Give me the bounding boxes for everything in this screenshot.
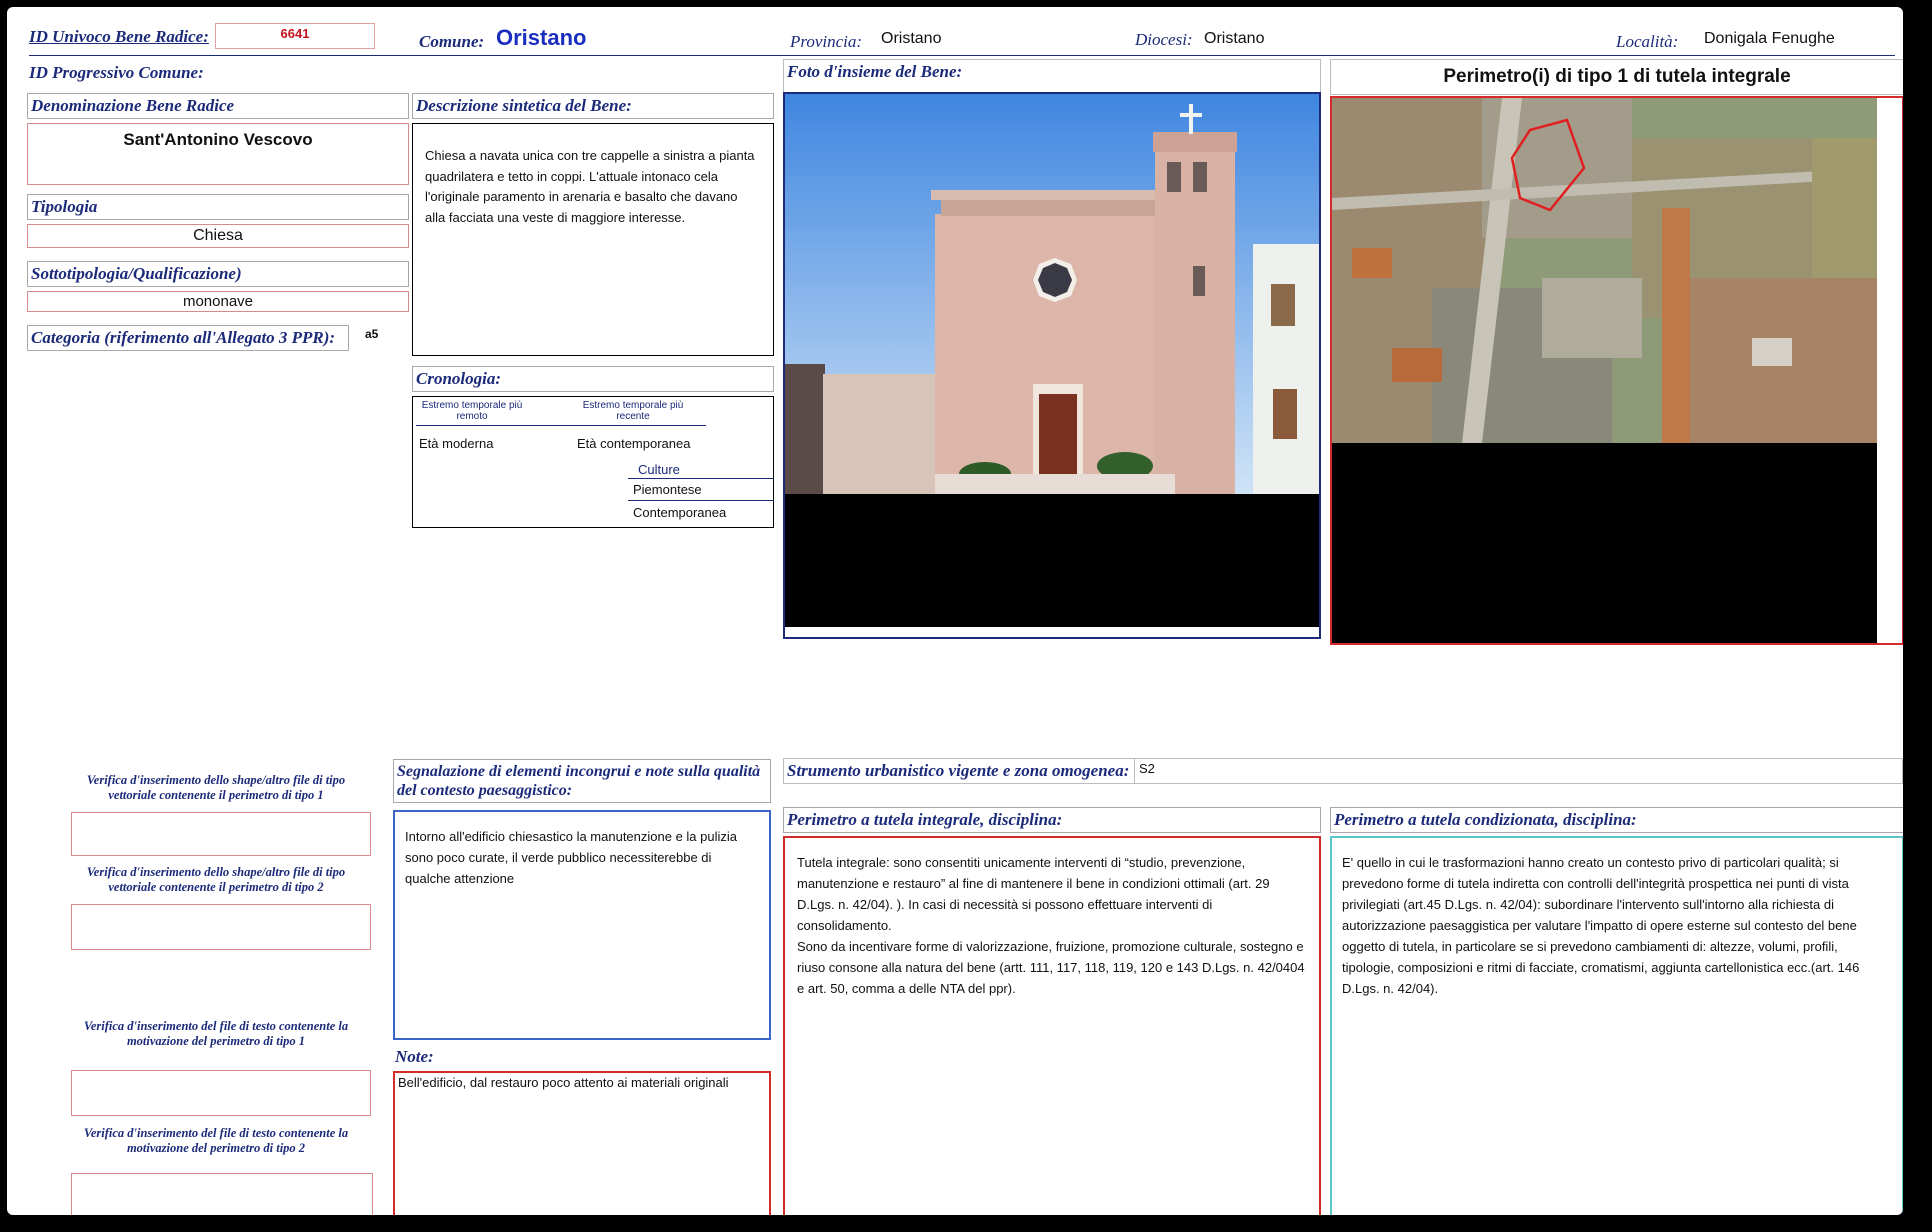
provincia-label: Provincia:: [790, 32, 863, 51]
tutela-integrale-text: Tutela integrale: sono consentiti unicam…: [783, 836, 1321, 1215]
cronologia-col2-value: Età contemporanea: [577, 436, 691, 451]
culture-rule-2: [628, 500, 774, 501]
cronologia-label: Cronologia:: [412, 366, 774, 392]
provincia-value: Oristano: [881, 30, 942, 47]
tutela-condizionata-text: E' quello in cui le trasformazioni hanno…: [1330, 836, 1903, 1215]
scheda-sheet: ID Univoco Bene Radice: 6641 Comune: Ori…: [7, 7, 1903, 1215]
sottotipologia-value: mononave: [27, 291, 409, 312]
descrizione-text: Chiesa a navata unica con tre cappelle a…: [412, 123, 774, 356]
verifica-box-4[interactable]: [71, 1173, 373, 1215]
segnalazione-text: Intorno all'edificio chiesastico la manu…: [393, 810, 771, 1040]
denominazione-label: Denominazione Bene Radice: [27, 93, 409, 119]
comune-label: Comune:: [419, 32, 485, 51]
strumento-row: Strumento urbanistico vigente e zona omo…: [783, 758, 1903, 784]
header-rule: [29, 55, 1895, 56]
aerial-map: [1332, 98, 1877, 643]
categoria-value: a5: [365, 327, 379, 341]
perimetro-frame: [1330, 96, 1903, 645]
tipologia-value: Chiesa: [27, 224, 409, 248]
categoria-label: Categoria (riferimento all'Allegato 3 PP…: [27, 325, 349, 351]
localita-value: Donigala Fenughe: [1704, 30, 1835, 47]
cronologia-table: Estremo temporale più remoto Estremo tem…: [412, 396, 774, 528]
cronologia-col1-header: Estremo temporale più remoto: [421, 400, 523, 422]
diocesi-label: Diocesi:: [1135, 30, 1193, 49]
segnalazione-label: Segnalazione di elementi incongrui e not…: [393, 759, 771, 803]
tutela-integrale-label: Perimetro a tutela integrale, disciplina…: [783, 807, 1321, 833]
note-label: Note:: [395, 1047, 434, 1066]
culture-item-2: Contemporanea: [633, 505, 727, 520]
strumento-label: Strumento urbanistico vigente e zona omo…: [787, 761, 1130, 780]
tutela-condizionata-label: Perimetro a tutela condizionata, discipl…: [1330, 807, 1903, 833]
church-photo: [785, 94, 1319, 627]
perimetro-title: Perimetro(i) di tipo 1 di tutela integra…: [1330, 59, 1903, 95]
verifica-box-3[interactable]: [71, 1070, 371, 1116]
strumento-value: S2: [1134, 758, 1902, 784]
sottotipologia-label: Sottotipologia/Qualificazione): [27, 261, 409, 287]
comune-value: Oristano: [496, 25, 587, 50]
id-univoco-label: ID Univoco Bene Radice:: [29, 27, 209, 46]
cronologia-col1-value: Età moderna: [419, 436, 494, 451]
descrizione-label: Descrizione sintetica del Bene:: [412, 93, 774, 119]
culture-label: Culture: [638, 462, 680, 477]
id-progressivo-label: ID Progressivo Comune:: [29, 63, 204, 82]
verifica-label-4: Verifica d'inserimento del file di testo…: [83, 1126, 349, 1155]
verifica-label-1: Verifica d'inserimento dello shape/altro…: [86, 773, 346, 802]
diocesi-value: Oristano: [1204, 30, 1265, 47]
tipologia-label: Tipologia: [27, 194, 409, 220]
verifica-box-2[interactable]: [71, 904, 371, 950]
cronologia-header-rule: [416, 425, 706, 426]
foto-label: Foto d'insieme del Bene:: [783, 59, 1321, 93]
verifica-label-3: Verifica d'inserimento del file di testo…: [83, 1019, 349, 1048]
verifica-box-1[interactable]: [71, 812, 371, 856]
note-text: Bell'edificio, dal restauro poco attento…: [393, 1071, 771, 1215]
verifica-label-2: Verifica d'inserimento dello shape/altro…: [86, 865, 346, 894]
localita-label: Località:: [1616, 32, 1679, 51]
denominazione-value: Sant'Antonino Vescovo: [27, 123, 409, 185]
id-univoco-value: 6641: [215, 23, 375, 49]
foto-frame: [783, 92, 1321, 639]
culture-item-1: Piemontese: [633, 482, 702, 497]
culture-rule: [628, 478, 774, 479]
cronologia-col2-header: Estremo temporale più recente: [582, 400, 684, 422]
